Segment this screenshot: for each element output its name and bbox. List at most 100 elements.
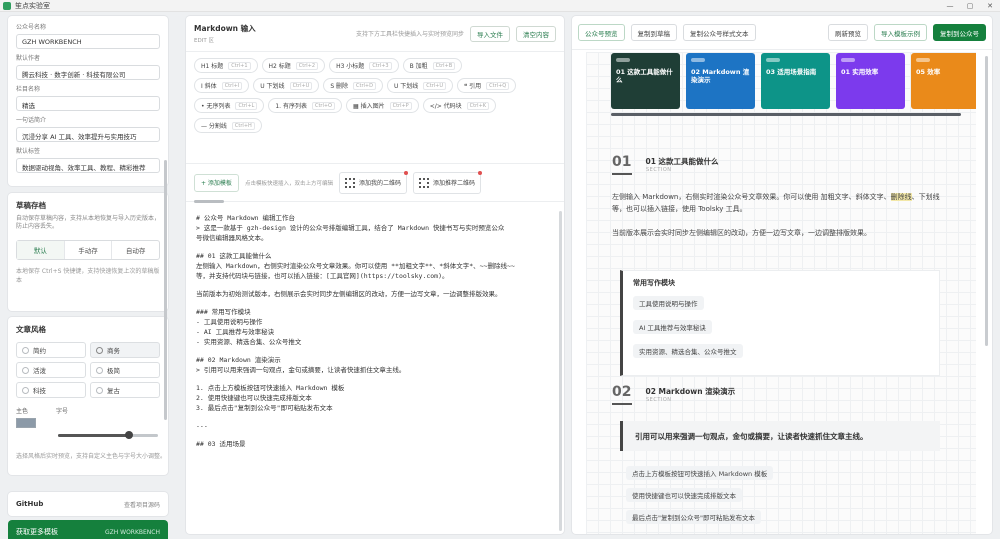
- close-button[interactable]: ✕: [980, 0, 1000, 12]
- shortcut-label: Ctrl+B: [432, 61, 456, 70]
- tool-label: • 无序列表: [201, 103, 231, 110]
- draft-mode-manual[interactable]: 手动存: [65, 240, 113, 259]
- style-option-minimal[interactable]: 极简: [90, 362, 160, 378]
- color-swatch[interactable]: [16, 418, 36, 428]
- list-item-text: AI 工具推荐与效率秘诀: [633, 320, 712, 334]
- shortcut-label: Ctrl+3: [369, 61, 392, 70]
- section-underline: [612, 173, 632, 175]
- draft-mode-default[interactable]: 默认: [17, 240, 65, 259]
- code-block-tool[interactable]: </> 代码块 Ctrl+K: [422, 98, 497, 113]
- insert-image-tool[interactable]: ▦ 插入图片 Ctrl+P: [346, 98, 419, 113]
- tool-label: S 删除: [330, 83, 349, 90]
- style-option-tech[interactable]: 科技: [16, 382, 86, 398]
- cover-card[interactable]: 01 实用效率: [836, 53, 905, 109]
- quote-tool[interactable]: ❝ 引用 Ctrl+Q: [457, 78, 517, 93]
- preview-quote: 引用可以用来强调一句观点，金句或摘要，让读者快速抓住文章主线。: [620, 421, 940, 451]
- shortcut-label: Ctrl+P: [389, 101, 412, 110]
- editor-header: Markdown 输入 EDIT 区 支持下方工具栏快捷插入与实时预览同步 导入…: [186, 16, 564, 52]
- underline-tool[interactable]: U 下划线 Ctrl+U: [253, 78, 320, 93]
- title-bar: 笙点实验室 — ▢ ✕: [0, 0, 1000, 12]
- template-scrollbar[interactable]: [194, 200, 224, 203]
- maximize-button[interactable]: ▢: [960, 0, 980, 12]
- radio-icon: [96, 346, 103, 354]
- style-option-simple[interactable]: 简约: [16, 342, 86, 358]
- sidebar-scrollbar[interactable]: [164, 160, 167, 420]
- github-link[interactable]: 查看项目源码: [124, 500, 160, 509]
- style-title: 文章风格: [16, 325, 46, 334]
- italic-tool[interactable]: I 斜体 Ctrl+I: [194, 78, 250, 93]
- wechat-preview-button[interactable]: 公众号预览: [578, 24, 625, 41]
- option-label: 极简: [107, 367, 120, 375]
- style-option-retro[interactable]: 复古: [90, 382, 160, 398]
- slider-handle[interactable]: [125, 431, 133, 439]
- copy-styled-text-button[interactable]: 复制公众号样式文本: [683, 24, 756, 41]
- tags-input[interactable]: 数据驱动视角、效率工具、教程、精彩推荐: [16, 158, 160, 173]
- import-file-button[interactable]: 导入文件: [470, 25, 510, 42]
- remove-dot-icon[interactable]: [477, 170, 482, 175]
- h1-tool[interactable]: H1 标题 Ctrl+1: [194, 58, 258, 73]
- style-option-lively[interactable]: 活泼: [16, 362, 86, 378]
- intro-input[interactable]: 沉浸分享 AI 工具、效率提升与实用技巧: [16, 127, 160, 142]
- divider-tool[interactable]: — 分割线 Ctrl+H: [194, 118, 262, 133]
- style-option-business[interactable]: 商务: [90, 342, 160, 358]
- editor-line: 左侧输入 Markdown，右侧实时渲染公众号文章效果。你可以使用 **加粗文字…: [196, 262, 515, 270]
- style-card: 文章风格 简约 商务 活泼 极简 科技 复古 主色 字号 选择风格后实时预览，支…: [8, 317, 168, 475]
- copy-to-wechat-button[interactable]: 复制到公众号: [933, 24, 986, 41]
- tool-label: 1. 有序列表: [275, 103, 307, 110]
- minimize-button[interactable]: —: [940, 0, 960, 12]
- add-template-button[interactable]: + 添加模板: [194, 173, 239, 192]
- draft-mode-auto[interactable]: 自动存: [112, 241, 159, 259]
- radio-icon: [22, 386, 29, 394]
- author-input[interactable]: 腾云科技 · 数字创新 · 科技有限公司: [16, 65, 160, 80]
- cover-card[interactable]: 03 适用场景指南: [761, 53, 830, 109]
- cards-scrollbar[interactable]: [611, 113, 961, 116]
- article-preview: 01 这款工具能做什么 02 Markdown 渲染演示 03 适用场景指南 01 实…: [586, 52, 976, 534]
- list-item-text: 使用快捷键也可以快速完成排版文本: [626, 488, 742, 502]
- ordered-list-tool[interactable]: 1. 有序列表 Ctrl+O: [268, 98, 342, 113]
- tool-label: </> 代码块: [429, 103, 462, 110]
- bullet-list-tool[interactable]: • 无序列表 Ctrl+L: [194, 98, 265, 113]
- field-label: 栏目名称: [16, 86, 41, 93]
- font-size-slider[interactable]: [58, 431, 158, 439]
- radio-icon: [22, 366, 29, 374]
- more-templates-button[interactable]: 获取更多模板 GZH WORKBENCH: [8, 520, 168, 539]
- editor-scrollbar[interactable]: [559, 211, 562, 531]
- preview-scrollbar[interactable]: [985, 56, 988, 346]
- editor-line: 等，并支持代码块与链接，也可以插入链接：[工具官网](https://tools…: [196, 272, 449, 280]
- list-item: 最后点击"复制到公众号"即可粘贴发布文本: [626, 510, 773, 524]
- copy-draft-button[interactable]: 复制到草稿: [630, 24, 677, 41]
- template-chip-rec-qr[interactable]: 添加推荐二维码: [412, 170, 482, 194]
- preview-header: 公众号预览 复制到草稿 复制公众号样式文本 刷新预览 导入模板示例 复制到公众号: [572, 16, 992, 50]
- list-item-text: 工具使用说明与操作: [633, 296, 704, 310]
- underline-tool-2[interactable]: U 下划线 Ctrl+U: [386, 78, 454, 93]
- editor-line: # 公众号 Markdown 编辑工作台: [196, 214, 295, 222]
- shortcut-label: Ctrl+K: [466, 101, 490, 110]
- strike-tool[interactable]: S 删除 Ctrl+D: [323, 78, 383, 93]
- clear-content-button[interactable]: 清空内容: [516, 25, 556, 42]
- column-input[interactable]: 精选: [16, 96, 160, 111]
- template-chip-my-qr[interactable]: 添加我的二维码: [338, 170, 408, 194]
- shortcut-label: Ctrl+D: [353, 81, 376, 90]
- editor-line: ### 常用写作模块: [196, 308, 251, 316]
- cover-card[interactable]: 02 Markdown 渲染演示: [686, 53, 755, 109]
- writing-modules-box: 常用写作模块 工具使用说明与操作 AI 工具推荐与效率秘诀 实用资源、精选合集、…: [620, 270, 940, 376]
- editor-line: 1. 点击上方模板按钮可快速插入 Markdown 模板: [196, 384, 345, 392]
- section-heading: 02 02 Markdown 渲染演示 SECTION: [612, 384, 735, 405]
- markdown-editor[interactable]: # 公众号 Markdown 编辑工作台 > 这是一款基于 gzh-design …: [186, 208, 564, 534]
- h2-tool[interactable]: H2 标题 Ctrl+2: [261, 58, 326, 73]
- cover-card[interactable]: 01 这款工具能做什么: [611, 53, 680, 109]
- account-name-input[interactable]: GZH WORKBENCH: [16, 34, 160, 49]
- cover-card[interactable]: 05 效率: [911, 53, 976, 109]
- h3-tool[interactable]: H3 小标题 Ctrl+3: [329, 58, 399, 73]
- remove-dot-icon[interactable]: [403, 170, 408, 175]
- github-card[interactable]: GitHub 查看项目源码: [8, 492, 168, 516]
- import-sample-button[interactable]: 导入模板示例: [874, 24, 927, 41]
- list-item: 工具使用说明与操作: [633, 296, 929, 310]
- bold-tool[interactable]: B 加粗 Ctrl+B: [402, 58, 463, 73]
- refresh-preview-button[interactable]: 刷新预览: [828, 24, 868, 41]
- editor-line: 当前版本为初始测试版本，右侧展示会实时同步左侧编辑区的改动，方便一边写文章，一边…: [196, 290, 502, 298]
- editor-line: - 工具使用说明与操作: [196, 318, 263, 326]
